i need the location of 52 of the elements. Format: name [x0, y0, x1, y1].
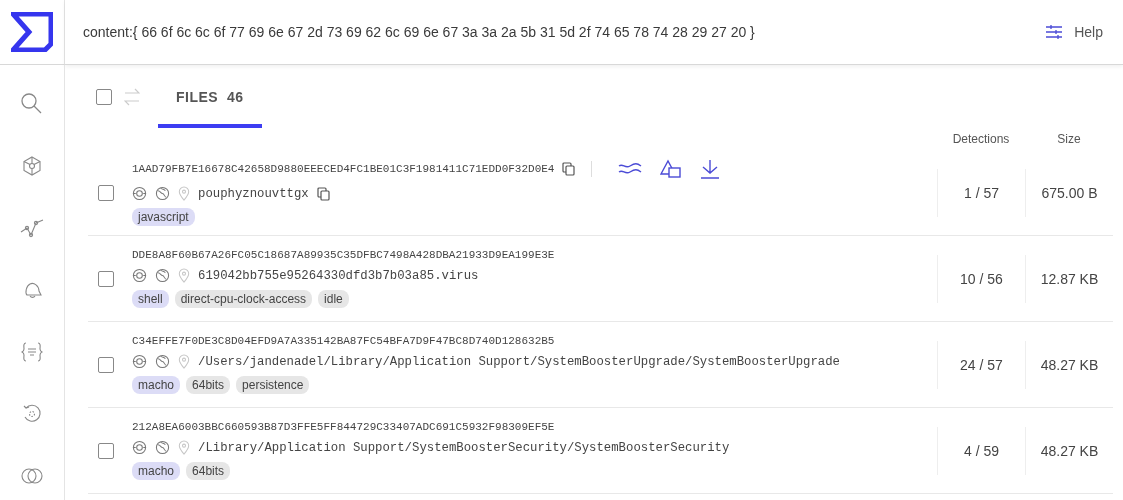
target-icon[interactable] — [132, 354, 147, 369]
column-header: Detections — [951, 132, 1011, 146]
row-checkbox[interactable] — [98, 356, 114, 373]
download-icon[interactable] — [700, 159, 721, 179]
files-tab[interactable]: FILES 46 — [158, 65, 262, 128]
tag[interactable]: 64bits — [186, 462, 231, 480]
logo[interactable] — [11, 12, 53, 52]
size-cell: 675.00 B — [1025, 168, 1113, 217]
tag[interactable]: javascript — [132, 208, 195, 226]
detections-cell: 4 / 59 — [937, 426, 1025, 475]
tag[interactable]: macho — [132, 376, 181, 394]
shapes-icon[interactable] — [660, 159, 683, 179]
size-cell: 48.27 KB — [1025, 340, 1113, 389]
waves-icon[interactable] — [618, 162, 643, 176]
file-hash: DDE8A8F60B67A26FC05C18687A89935C35DFBC7498A428DBA21933D9EA199E3E — [132, 249, 555, 261]
tag[interactable]: persistence — [236, 376, 310, 394]
file-name: pouphyznouvttgx — [198, 186, 309, 201]
target-icon[interactable] — [132, 440, 147, 455]
file-hash: 1AAD79FB7E16678C42658D9880EEECED4FC1BE01C3F1981411C71EDD0F32D0E4 — [132, 163, 555, 175]
file-name: /Library/Application Support/SystemBoosterSecurity/SystemBoosterSecurity — [198, 440, 730, 455]
file-name: /Users/jandenadel/Library/Application Support/SystemBoosterUpgrade/SystemBoosterUpgrade — [198, 354, 840, 369]
venn-icon[interactable] — [21, 465, 43, 487]
file-hash: 212A8EA6003BBC660593B87D3FFE5FF844729C33407ADC691C5932F98309EF5E — [132, 421, 555, 433]
column-header: Size — [1056, 132, 1082, 146]
tag[interactable]: direct-cpu-clock-access — [174, 290, 313, 308]
row-checkbox[interactable] — [98, 270, 114, 287]
network-icon[interactable] — [21, 155, 43, 177]
braces-icon[interactable] — [21, 342, 43, 362]
search-icon[interactable] — [20, 92, 44, 116]
detections-cell: 24 / 57 — [937, 340, 1025, 389]
copy-icon[interactable] — [562, 162, 576, 176]
row-checkbox[interactable] — [98, 184, 114, 201]
size-cell: 48.27 KB — [1025, 426, 1113, 475]
size-cell: 12.87 KB — [1025, 254, 1113, 303]
line-chart-icon[interactable] — [20, 218, 44, 238]
row-checkbox[interactable] — [98, 442, 114, 459]
target-icon[interactable] — [132, 268, 147, 283]
file-name: 619042bb755e95264330dfd3b7b03a85.virus — [198, 268, 479, 283]
tag[interactable]: macho — [132, 462, 181, 480]
detections-cell: 10 / 56 — [937, 254, 1025, 303]
tag[interactable]: idle — [318, 290, 349, 308]
tag[interactable]: shell — [132, 290, 169, 308]
detections-cell: 1 / 57 — [937, 168, 1025, 217]
help-button[interactable]: Help — [1042, 20, 1107, 44]
select-all-checkbox[interactable] — [96, 88, 112, 105]
tag[interactable]: 64bits — [186, 376, 231, 394]
refresh-icon[interactable] — [22, 404, 42, 424]
search-query[interactable]: content:{ 66 6f 6c 6c 6f 77 69 6e 67 2d 73 69 62 6c 69 6e 67 3a 3a 2a 5b 31 5d 2f 74 65 78 74 28 29 27 20 } — [83, 24, 755, 40]
target-icon[interactable] — [132, 186, 147, 201]
sliders-icon — [1046, 25, 1063, 39]
file-hash: C34EFFE7F0DE3C8D04EFD9A7A335142BA87FC54BFA7D9F47BC8D740D128632B5 — [132, 335, 555, 347]
copy-icon[interactable] — [316, 186, 330, 201]
